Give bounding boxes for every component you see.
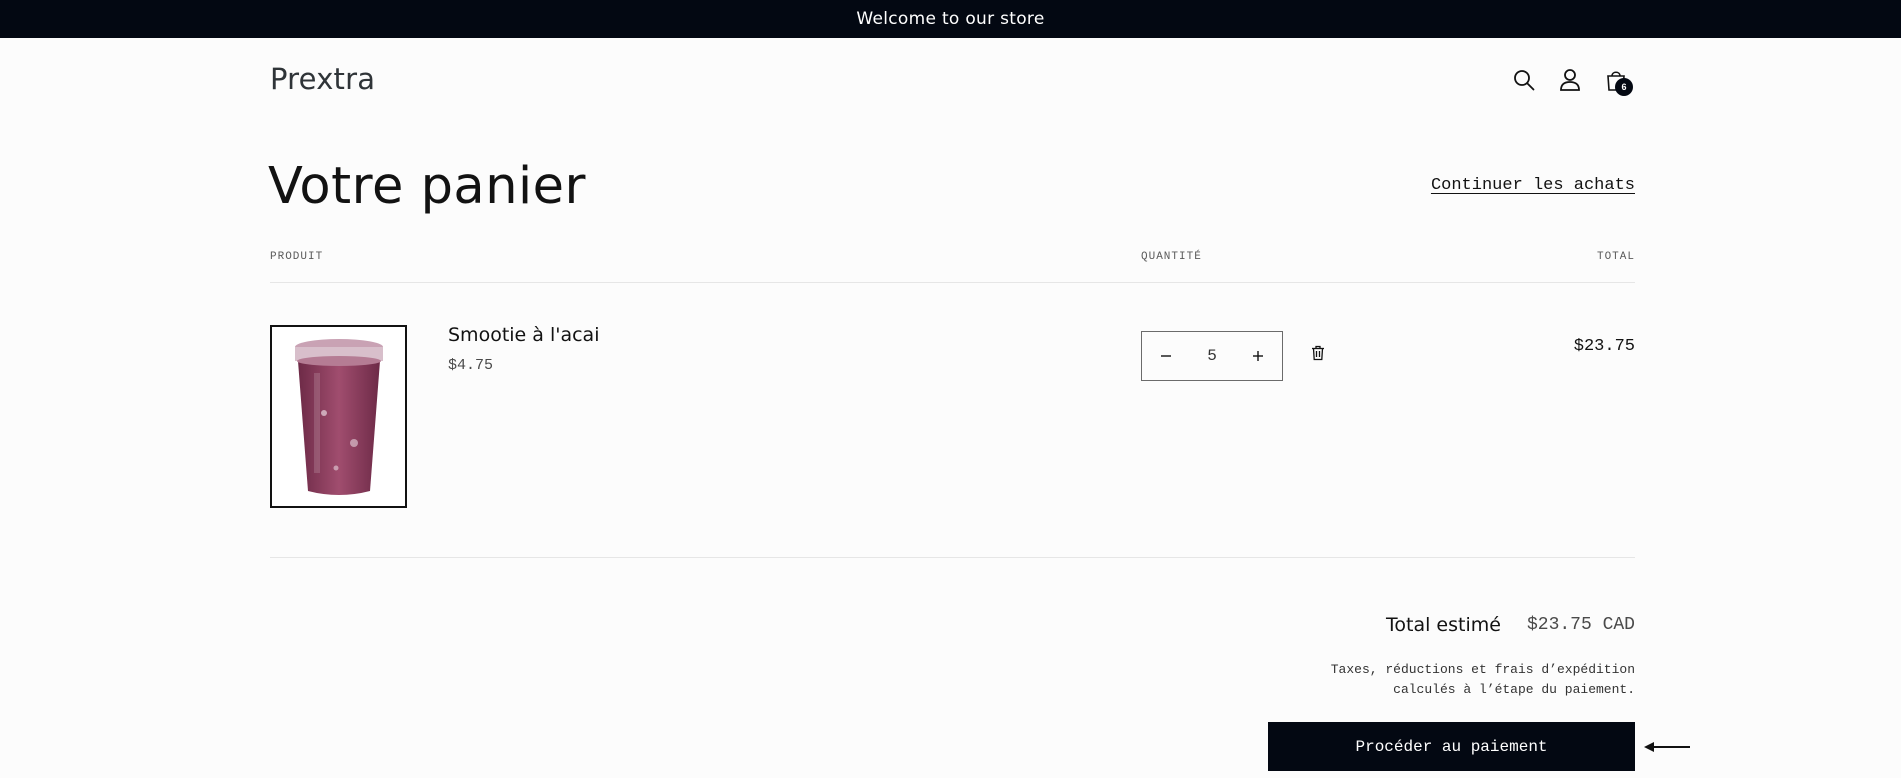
plus-icon[interactable]	[1246, 344, 1270, 368]
table-divider	[270, 282, 1635, 283]
quantity-stepper	[1141, 331, 1283, 381]
estimated-total-value: $23.75 CAD	[1526, 615, 1635, 635]
continue-shopping-link[interactable]: Continuer les achats	[1431, 176, 1635, 195]
product-unit-price: $4.75	[448, 357, 494, 374]
estimated-total-label: Total estimé	[1386, 614, 1501, 636]
tax-note-line: calculés à l’étape du paiement.	[1393, 682, 1635, 697]
tax-note: Taxes, réductions et frais d’expédition …	[1215, 660, 1635, 700]
arrow-left-icon	[1644, 742, 1690, 752]
product-name[interactable]: Smootie à l'acai	[448, 324, 599, 346]
search-icon[interactable]	[1508, 64, 1540, 96]
store-logo[interactable]: Prextra	[270, 62, 375, 96]
minus-icon[interactable]	[1154, 344, 1178, 368]
checkout-button[interactable]: Procéder au paiement	[1268, 722, 1635, 771]
product-image[interactable]	[270, 325, 407, 508]
column-header-total: TOTAL	[1596, 251, 1635, 263]
column-header-product: PRODUIT	[270, 251, 324, 263]
account-icon[interactable]	[1554, 64, 1586, 96]
trash-icon[interactable]	[1308, 342, 1328, 364]
column-header-quantity: QUANTITÉ	[1141, 251, 1202, 263]
tax-note-line: Taxes, réductions et frais d’expédition	[1330, 662, 1635, 677]
table-divider	[270, 557, 1635, 558]
announcement-text: Welcome to our store	[856, 9, 1045, 29]
quantity-input[interactable]	[1192, 347, 1232, 365]
page-title: Votre panier	[268, 157, 587, 216]
line-item-total: $23.75	[1573, 337, 1635, 356]
smoothie-cup-image	[294, 338, 383, 495]
announcement-bar: Welcome to our store	[0, 0, 1901, 38]
cart-count-badge: 6	[1615, 78, 1633, 96]
